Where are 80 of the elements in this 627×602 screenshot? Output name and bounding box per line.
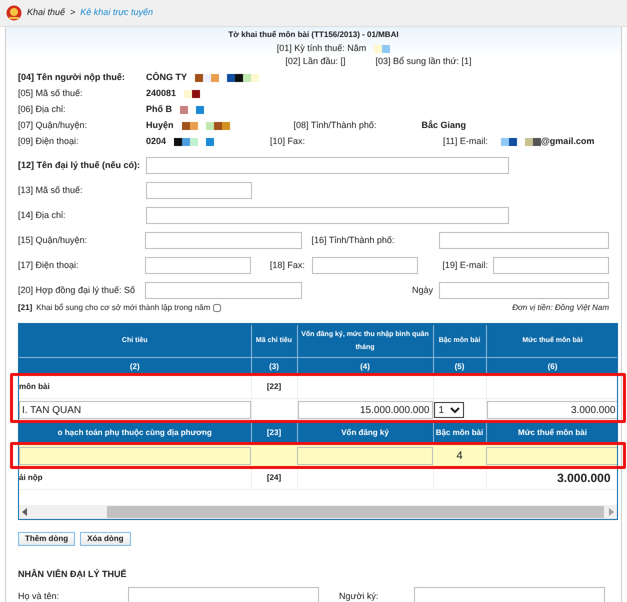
table-cell-text: Bậc môn bài (436, 428, 484, 437)
input-field[interactable] (145, 232, 302, 249)
table-cell-text: o hạch toán phụ thuộc cùng địa phương (58, 428, 212, 437)
table-input[interactable] (19, 446, 251, 465)
table-cell-text: [24] (266, 472, 282, 482)
field-label: [20] Hợp đồng đại lý thuế: Số (18, 284, 136, 297)
input-field[interactable] (128, 586, 319, 602)
table-cell-text: [22] (266, 382, 282, 391)
horizontal-scrollbar[interactable] (19, 505, 617, 519)
field-label: [06] Địa chỉ: (18, 104, 67, 115)
field-label: [11] E-mail: (443, 136, 489, 147)
input-field[interactable] (146, 207, 509, 224)
field-label: [09] Điện thoại: (18, 136, 80, 147)
table-input[interactable]: I. TAN QUAN (19, 401, 250, 419)
phone-value: 0204 (146, 136, 166, 147)
field-label: Ngày (412, 284, 434, 297)
input-field[interactable] (493, 257, 609, 274)
new-business-checkbox[interactable] (213, 304, 222, 312)
table-cell-text: ải nộp (19, 472, 43, 482)
redaction-drawing (184, 90, 200, 98)
field-label: Người ký: (339, 590, 380, 602)
input-field[interactable] (438, 232, 609, 249)
field-label: [07] Quận/huyện: (18, 120, 88, 131)
field-label: [15] Quận/huyện: (18, 234, 88, 247)
redaction-drawing (195, 74, 260, 82)
table-input[interactable]: 3.000.000 (486, 401, 617, 419)
table-cell-text: môn bài (19, 382, 50, 391)
field-label: [17] Điện thoại: (18, 258, 80, 272)
breadcrumb-link[interactable]: Khai thuế (27, 6, 66, 20)
checkbox-label: Khai bổ sung cho cơ sở mới thành lập trong năm (36, 302, 210, 314)
table-input[interactable]: 15.000.000.000 (298, 401, 432, 419)
field-label: [08] Tỉnh/Thành phố: (294, 120, 378, 131)
redaction-drawing (180, 106, 204, 114)
tax-period: [01] Kỳ tính thuế: Năm (276, 43, 390, 53)
district-value: Huyện (146, 120, 174, 131)
emblem-icon (6, 5, 22, 21)
field-number: [21] (18, 302, 32, 314)
row-button[interactable]: Xóa dòng (80, 532, 131, 546)
table-cell-text: Mức thuế môn bài (518, 428, 587, 437)
first-time-label: [02] Lần đầu: [] (285, 56, 346, 66)
input-field[interactable] (146, 182, 252, 199)
field-label: [12] Tên đại lý thuế (nếu có): (18, 158, 142, 172)
redaction-drawing (501, 138, 542, 146)
field-label: [04] Tên người nộp thuế: (18, 72, 126, 83)
section-title: NHÂN VIÊN ĐẠI LÝ THUẾ (18, 568, 128, 581)
field-label: [19] E-mail: (442, 258, 489, 272)
table-cell-text: 3.000.000 (557, 470, 610, 485)
row-button[interactable]: Thêm dòng (18, 532, 76, 546)
table-input[interactable] (297, 446, 433, 465)
field-label: Họ và tên: (18, 590, 60, 602)
tax-code-value: 240081 (146, 88, 176, 99)
form-title: Tờ khai thuế môn bài (TT156/2013) - 01/MBAI (228, 30, 399, 40)
province-value: Bắc Giang (422, 120, 466, 131)
supplement-number: [03] Bổ sung lần thứ: [1] (375, 56, 472, 66)
address-value: Phố B (146, 104, 172, 115)
input-field[interactable] (438, 282, 609, 299)
redaction-drawing (182, 122, 230, 130)
email-value: @gmail.com (541, 136, 594, 147)
taxpayer-name: CÔNG TY (146, 72, 188, 83)
field-label: [05] Mã số thuế: (18, 88, 84, 99)
input-field[interactable] (145, 282, 302, 299)
table-cell-text: 4 (456, 450, 463, 462)
breadcrumb-separator: > (70, 6, 76, 20)
redaction-drawing (174, 138, 214, 146)
scrollbar-thumb[interactable] (107, 506, 604, 518)
input-field[interactable] (145, 257, 252, 274)
field-label: [16] Tỉnh/Thành phố: (312, 234, 396, 247)
currency-note: Đơn vị tiền: Đồng Việt Nam (512, 302, 609, 314)
input-field[interactable] (414, 586, 605, 602)
input-field[interactable] (146, 157, 509, 174)
level-select[interactable]: 1 (434, 402, 464, 418)
table-cell-text: Vốn đăng ký (341, 428, 389, 437)
input-field[interactable] (312, 257, 418, 274)
table-cell-text: [23] (266, 428, 282, 437)
field-label: [13] Mã số thuế: (18, 184, 84, 197)
field-label: [14] Địa chỉ: (18, 208, 67, 222)
redaction-drawing (374, 44, 390, 53)
table-input[interactable] (486, 446, 617, 465)
field-label: [18] Fax: (270, 258, 306, 272)
field-label: [10] Fax: (270, 136, 306, 147)
